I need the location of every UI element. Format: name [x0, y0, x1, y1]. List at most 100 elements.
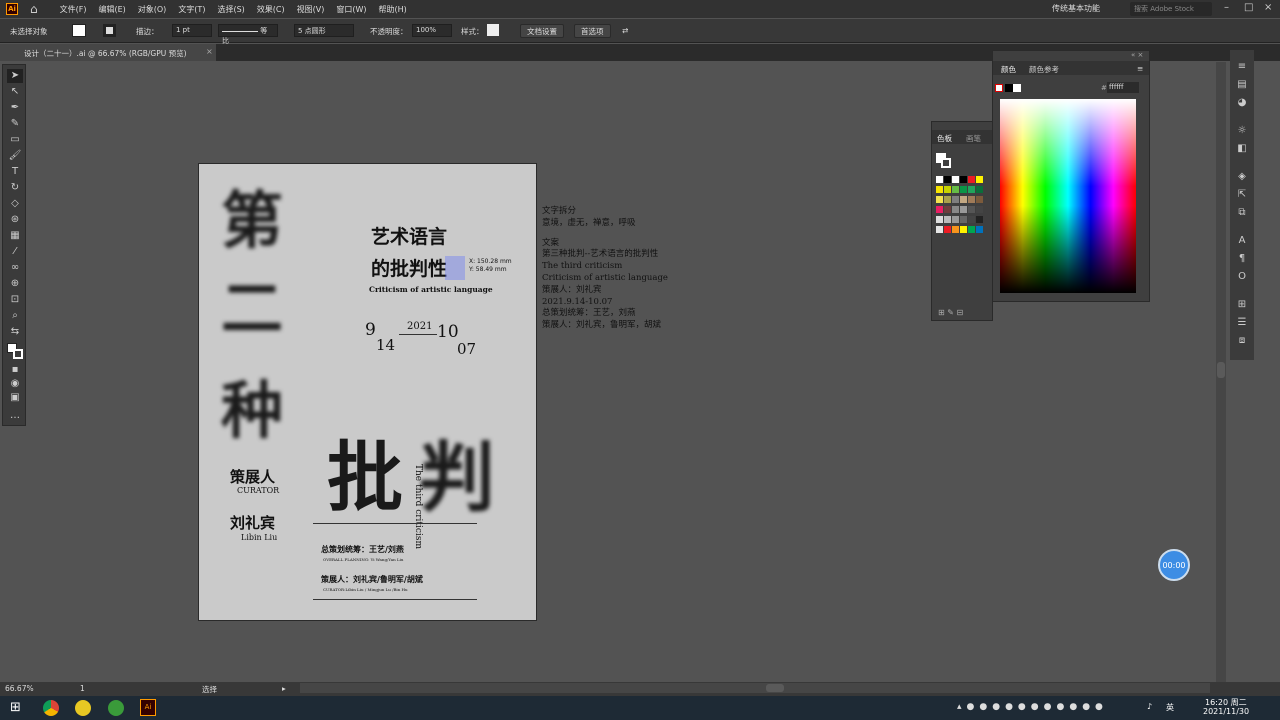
app-icon-green[interactable]	[108, 700, 124, 716]
tab-color[interactable]: 颜色	[1001, 64, 1016, 75]
color-swatch[interactable]	[936, 176, 943, 183]
color-mode-icon[interactable]: ▪	[7, 363, 23, 377]
panel-collapse-icon[interactable]: « ×	[1131, 51, 1143, 59]
menu-window[interactable]: 窗口(W)	[330, 4, 372, 15]
color-swatch[interactable]	[968, 216, 975, 223]
artboard-navigator[interactable]: 1	[80, 684, 85, 693]
color-swatch[interactable]	[944, 226, 951, 233]
brush-select[interactable]: 5 点圆形	[294, 24, 354, 37]
none-color-icon[interactable]	[995, 84, 1003, 92]
clock-date[interactable]: 2021/11/30	[1203, 707, 1249, 716]
zoom-level[interactable]: 66.67%	[5, 684, 34, 693]
color-swatch[interactable]	[960, 186, 967, 193]
rotate-tool-icon[interactable]: ↻	[7, 181, 23, 195]
black-color-icon[interactable]	[1005, 84, 1013, 92]
stroke-color-icon[interactable]	[13, 349, 23, 359]
color-swatch[interactable]	[960, 216, 967, 223]
paintbrush-tool-icon[interactable]: 🖌	[7, 149, 23, 163]
shape-builder-tool-icon[interactable]: ⊕	[7, 277, 23, 291]
document-settings-button[interactable]: 文档设置	[520, 24, 564, 38]
color-swatch[interactable]	[960, 176, 967, 183]
menu-effect[interactable]: 效果(C)	[251, 4, 291, 15]
gradient-tool-icon[interactable]: ▦	[7, 229, 23, 243]
color-swatch[interactable]	[952, 226, 959, 233]
color-swatch[interactable]	[936, 196, 943, 203]
style-swatch[interactable]	[487, 24, 499, 36]
color-icon[interactable]: ◕	[1235, 96, 1249, 110]
transparency-icon[interactable]: ◧	[1235, 142, 1249, 156]
hex-input[interactable]: ffffff	[1107, 82, 1139, 93]
maximize-icon[interactable]: □	[1244, 2, 1253, 13]
color-swatch[interactable]	[936, 226, 943, 233]
color-swatch[interactable]	[968, 186, 975, 193]
color-swatch[interactable]	[952, 206, 959, 213]
stock-search-input[interactable]: 搜索 Adobe Stock	[1130, 2, 1212, 16]
recording-timer[interactable]: 00:00	[1158, 549, 1190, 581]
status-arrow-icon[interactable]: ▸	[282, 684, 286, 693]
home-icon[interactable]: ⌂	[30, 2, 38, 16]
stroke-profile-select[interactable]: 等比	[218, 24, 278, 45]
white-color-icon[interactable]	[1013, 84, 1021, 92]
vertical-scroll-thumb[interactable]	[1217, 362, 1225, 378]
pen-tool-icon[interactable]: ✒	[7, 101, 23, 115]
fill-swatch[interactable]	[72, 24, 86, 37]
screen-mode-icon[interactable]: ▣	[7, 391, 23, 405]
artboards-icon[interactable]: ⧉	[1235, 206, 1249, 220]
rectangle-tool-icon[interactable]: ▭	[7, 133, 23, 147]
menu-select[interactable]: 选择(S)	[211, 4, 250, 15]
zoom-tool-icon[interactable]: ⌕	[7, 309, 23, 323]
color-spectrum[interactable]	[1000, 99, 1136, 293]
direct-selection-tool-icon[interactable]: ↖	[7, 85, 23, 99]
pathfinder-icon[interactable]: ⧈	[1235, 334, 1249, 348]
layers-icon[interactable]: ◈	[1235, 170, 1249, 184]
color-swatch[interactable]	[944, 186, 951, 193]
side-notes[interactable]: 文字拆分 意境，虚无，禅意，呼吸 文案 第三种批判--艺术语言的批判性 The …	[542, 206, 668, 332]
color-swatch[interactable]	[952, 196, 959, 203]
ime-indicator[interactable]: 英	[1166, 702, 1174, 713]
color-swatch[interactable]	[960, 196, 967, 203]
color-swatch[interactable]	[976, 186, 983, 193]
menu-file[interactable]: 文件(F)	[54, 4, 93, 15]
tab-color-guide[interactable]: 颜色参考	[1029, 64, 1059, 75]
color-swatch[interactable]	[936, 206, 943, 213]
stroke-weight-input[interactable]: 1 pt	[172, 24, 212, 37]
tab-brushes[interactable]: 画笔	[966, 133, 981, 144]
tab-swatches[interactable]: 色板	[937, 133, 952, 144]
document-tab[interactable]: 设计（二十一）.ai @ 66.67% (RGB/GPU 预览)	[0, 44, 216, 61]
eyedropper-tool-icon[interactable]: ⁄	[7, 245, 23, 259]
app-icon-yellow[interactable]	[75, 700, 91, 716]
close-icon[interactable]: ×	[1264, 2, 1272, 13]
color-swatch[interactable]	[944, 196, 951, 203]
libraries-icon[interactable]: ▤	[1235, 78, 1249, 92]
appearance-icon[interactable]: ☼	[1235, 124, 1249, 138]
menu-edit[interactable]: 编辑(E)	[92, 4, 131, 15]
color-swatch[interactable]	[952, 216, 959, 223]
color-swatch[interactable]	[976, 176, 983, 183]
align-icon[interactable]: ☰	[1235, 316, 1249, 330]
transform-icon[interactable]: ⊞	[1235, 298, 1249, 312]
horizontal-scrollbar[interactable]	[300, 683, 1210, 693]
workspace-switcher[interactable]: 传统基本功能	[1052, 3, 1100, 14]
color-swatch[interactable]	[944, 206, 951, 213]
color-swatch[interactable]	[968, 206, 975, 213]
color-swatch[interactable]	[968, 226, 975, 233]
more-tools-icon[interactable]: …	[7, 409, 23, 423]
tray-icons[interactable]: ▴●●●●●●●●●●●	[957, 702, 1108, 712]
swatch-library-icon[interactable]: ⊞ ✎ ⊟	[938, 308, 963, 317]
color-swatch[interactable]	[976, 226, 983, 233]
menu-view[interactable]: 视图(V)	[291, 4, 331, 15]
color-swatch[interactable]	[944, 176, 951, 183]
menu-object[interactable]: 对象(O)	[132, 4, 173, 15]
color-swatch[interactable]	[960, 206, 967, 213]
color-swatch[interactable]	[976, 206, 983, 213]
color-swatch[interactable]	[936, 216, 943, 223]
stroke-swatch[interactable]	[103, 24, 116, 37]
artboard[interactable]: 第 二 种 艺术语言 的批判性 X: 150.28 mm Y: 58.49 mm…	[198, 163, 537, 621]
swatch-stroke-preview[interactable]	[941, 158, 951, 168]
tab-close-icon[interactable]: ×	[206, 47, 213, 56]
color-swatch[interactable]	[936, 186, 943, 193]
character-icon[interactable]: A	[1235, 234, 1249, 248]
type-tool-icon[interactable]: T	[7, 165, 23, 179]
color-swatch[interactable]	[944, 216, 951, 223]
opacity-input[interactable]: 100%	[412, 24, 452, 37]
